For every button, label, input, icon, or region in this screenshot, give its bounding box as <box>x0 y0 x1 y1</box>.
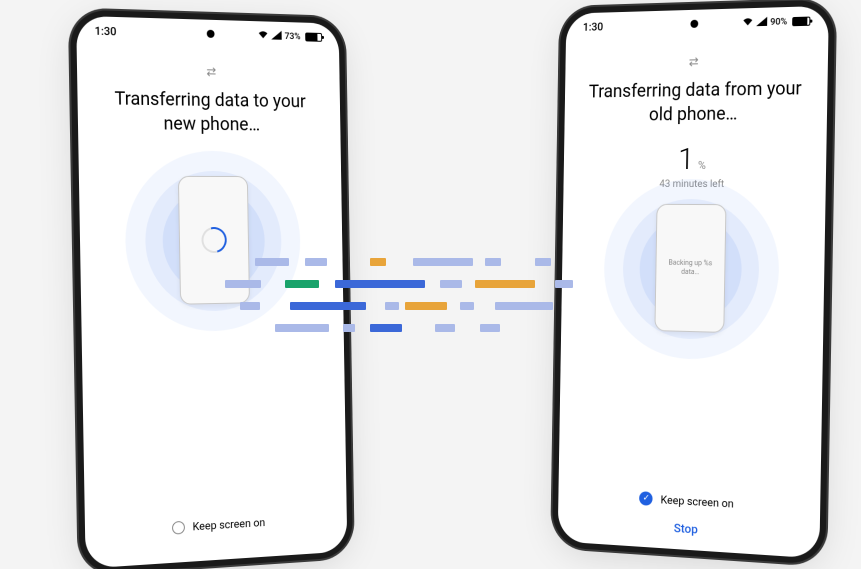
status-time: 1:30 <box>95 25 117 39</box>
camera-notch <box>207 30 215 38</box>
page-title: Transferring data to your new phone… <box>96 87 324 139</box>
battery-percent: 73% <box>285 31 301 41</box>
progress-percent: 1 % <box>580 141 808 177</box>
signal-icon <box>756 16 767 28</box>
transfer-icon: ⇄ <box>582 52 810 71</box>
mini-phone <box>178 175 250 304</box>
battery-icon <box>792 17 810 27</box>
keep-screen-label: Keep screen on <box>192 516 265 533</box>
stream-segment <box>440 280 462 288</box>
stream-segment <box>495 302 553 310</box>
page-title: Transferring data from your old phone… <box>581 77 809 129</box>
stream-segment <box>413 258 473 266</box>
stream-segment <box>343 324 355 332</box>
wifi-icon <box>742 17 753 29</box>
wifi-icon <box>258 30 269 42</box>
status-icons: 73% <box>258 30 322 44</box>
stream-segment <box>370 258 386 266</box>
stream-segment <box>370 324 402 332</box>
keep-screen-toggle[interactable]: Keep screen on <box>85 511 347 540</box>
stream-segment <box>435 324 455 332</box>
stream-segment <box>475 280 535 288</box>
signal-icon <box>271 30 282 42</box>
bottom-controls: Keep screen on <box>85 511 347 554</box>
screen-content: ⇄ Transferring data to your new phone… <box>77 41 344 308</box>
mini-phone: Backing up %s data… <box>654 203 726 332</box>
phone-receiving: 1:30 90% ⇄ Transferring data from your o… <box>558 6 829 559</box>
keep-screen-toggle[interactable]: ✓ Keep screen on <box>558 487 820 516</box>
stream-segment <box>535 258 551 266</box>
stream-segment <box>385 302 399 310</box>
percent-value: 1 <box>678 142 695 177</box>
status-time: 1:30 <box>583 20 604 33</box>
battery-fill <box>306 34 317 41</box>
stream-segment <box>460 302 474 310</box>
stream-segment <box>335 280 425 288</box>
percent-symbol: % <box>698 159 706 172</box>
battery-fill <box>793 18 808 26</box>
radio-unchecked-icon <box>172 521 185 535</box>
screen-content: ⇄ Transferring data from your old phone…… <box>561 31 828 337</box>
bottom-controls: ✓ Keep screen on Stop <box>558 487 820 545</box>
backup-status-text: Backing up %s data… <box>656 259 724 277</box>
stream-segment <box>480 324 500 332</box>
status-icons: 90% <box>742 15 810 29</box>
phone-sending: 1:30 73% ⇄ Transferring data to your new… <box>76 16 347 569</box>
stream-segment <box>485 258 501 266</box>
transfer-icon: ⇄ <box>95 62 323 81</box>
stop-button[interactable]: Stop <box>558 514 820 544</box>
device-preview: Backing up %s data… <box>654 203 726 334</box>
spinner-icon <box>197 222 231 257</box>
keep-screen-label: Keep screen on <box>660 493 733 510</box>
battery-icon <box>305 33 322 42</box>
device-preview <box>178 175 250 306</box>
stream-segment <box>405 302 447 310</box>
battery-percent: 90% <box>770 17 787 28</box>
